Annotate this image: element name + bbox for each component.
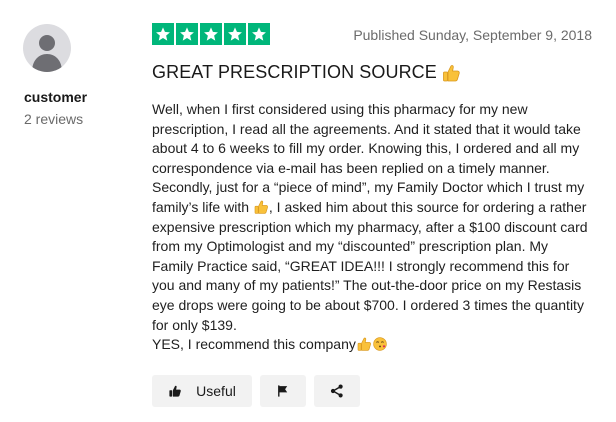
review-actions: Useful [152, 375, 360, 407]
review-closing-text: YES, I recommend this company [152, 336, 356, 353]
reviewer-name[interactable]: customer [24, 89, 87, 105]
review-body: Well, when I first considered using this… [152, 100, 592, 355]
share-icon [330, 384, 343, 398]
review-text-part-2: , I asked him about this source for orde… [152, 198, 588, 333]
review-paragraph: Well, when I first considered using this… [152, 100, 592, 335]
review-title[interactable]: GREAT PRESCRIPTION SOURCE [152, 62, 461, 83]
person-silhouette-icon [32, 35, 62, 72]
thumbs-up-icon [169, 385, 181, 397]
thumbs-up-icon [254, 200, 268, 214]
published-date: Published Sunday, September 9, 2018 [353, 27, 592, 43]
thumbs-up-icon [442, 64, 460, 81]
thumbs-up-icon [357, 337, 371, 351]
star-icon [152, 23, 174, 45]
flag-button[interactable] [260, 375, 306, 407]
useful-label: Useful [196, 383, 236, 399]
share-button[interactable] [314, 375, 360, 407]
avatar [23, 24, 71, 72]
star-rating [152, 23, 270, 45]
star-icon [176, 23, 198, 45]
star-icon [248, 23, 270, 45]
star-icon [200, 23, 222, 45]
reviewer-review-count: 2 reviews [24, 111, 84, 127]
star-icon [224, 23, 246, 45]
review-title-text: GREAT PRESCRIPTION SOURCE [152, 62, 437, 82]
review-text-part-1: Well, when I first considered using this… [152, 101, 585, 215]
useful-button[interactable]: Useful [152, 375, 252, 407]
review-closing: YES, I recommend this company [152, 335, 592, 355]
flag-icon [278, 385, 288, 397]
blowing-kiss-face-icon [373, 337, 387, 351]
